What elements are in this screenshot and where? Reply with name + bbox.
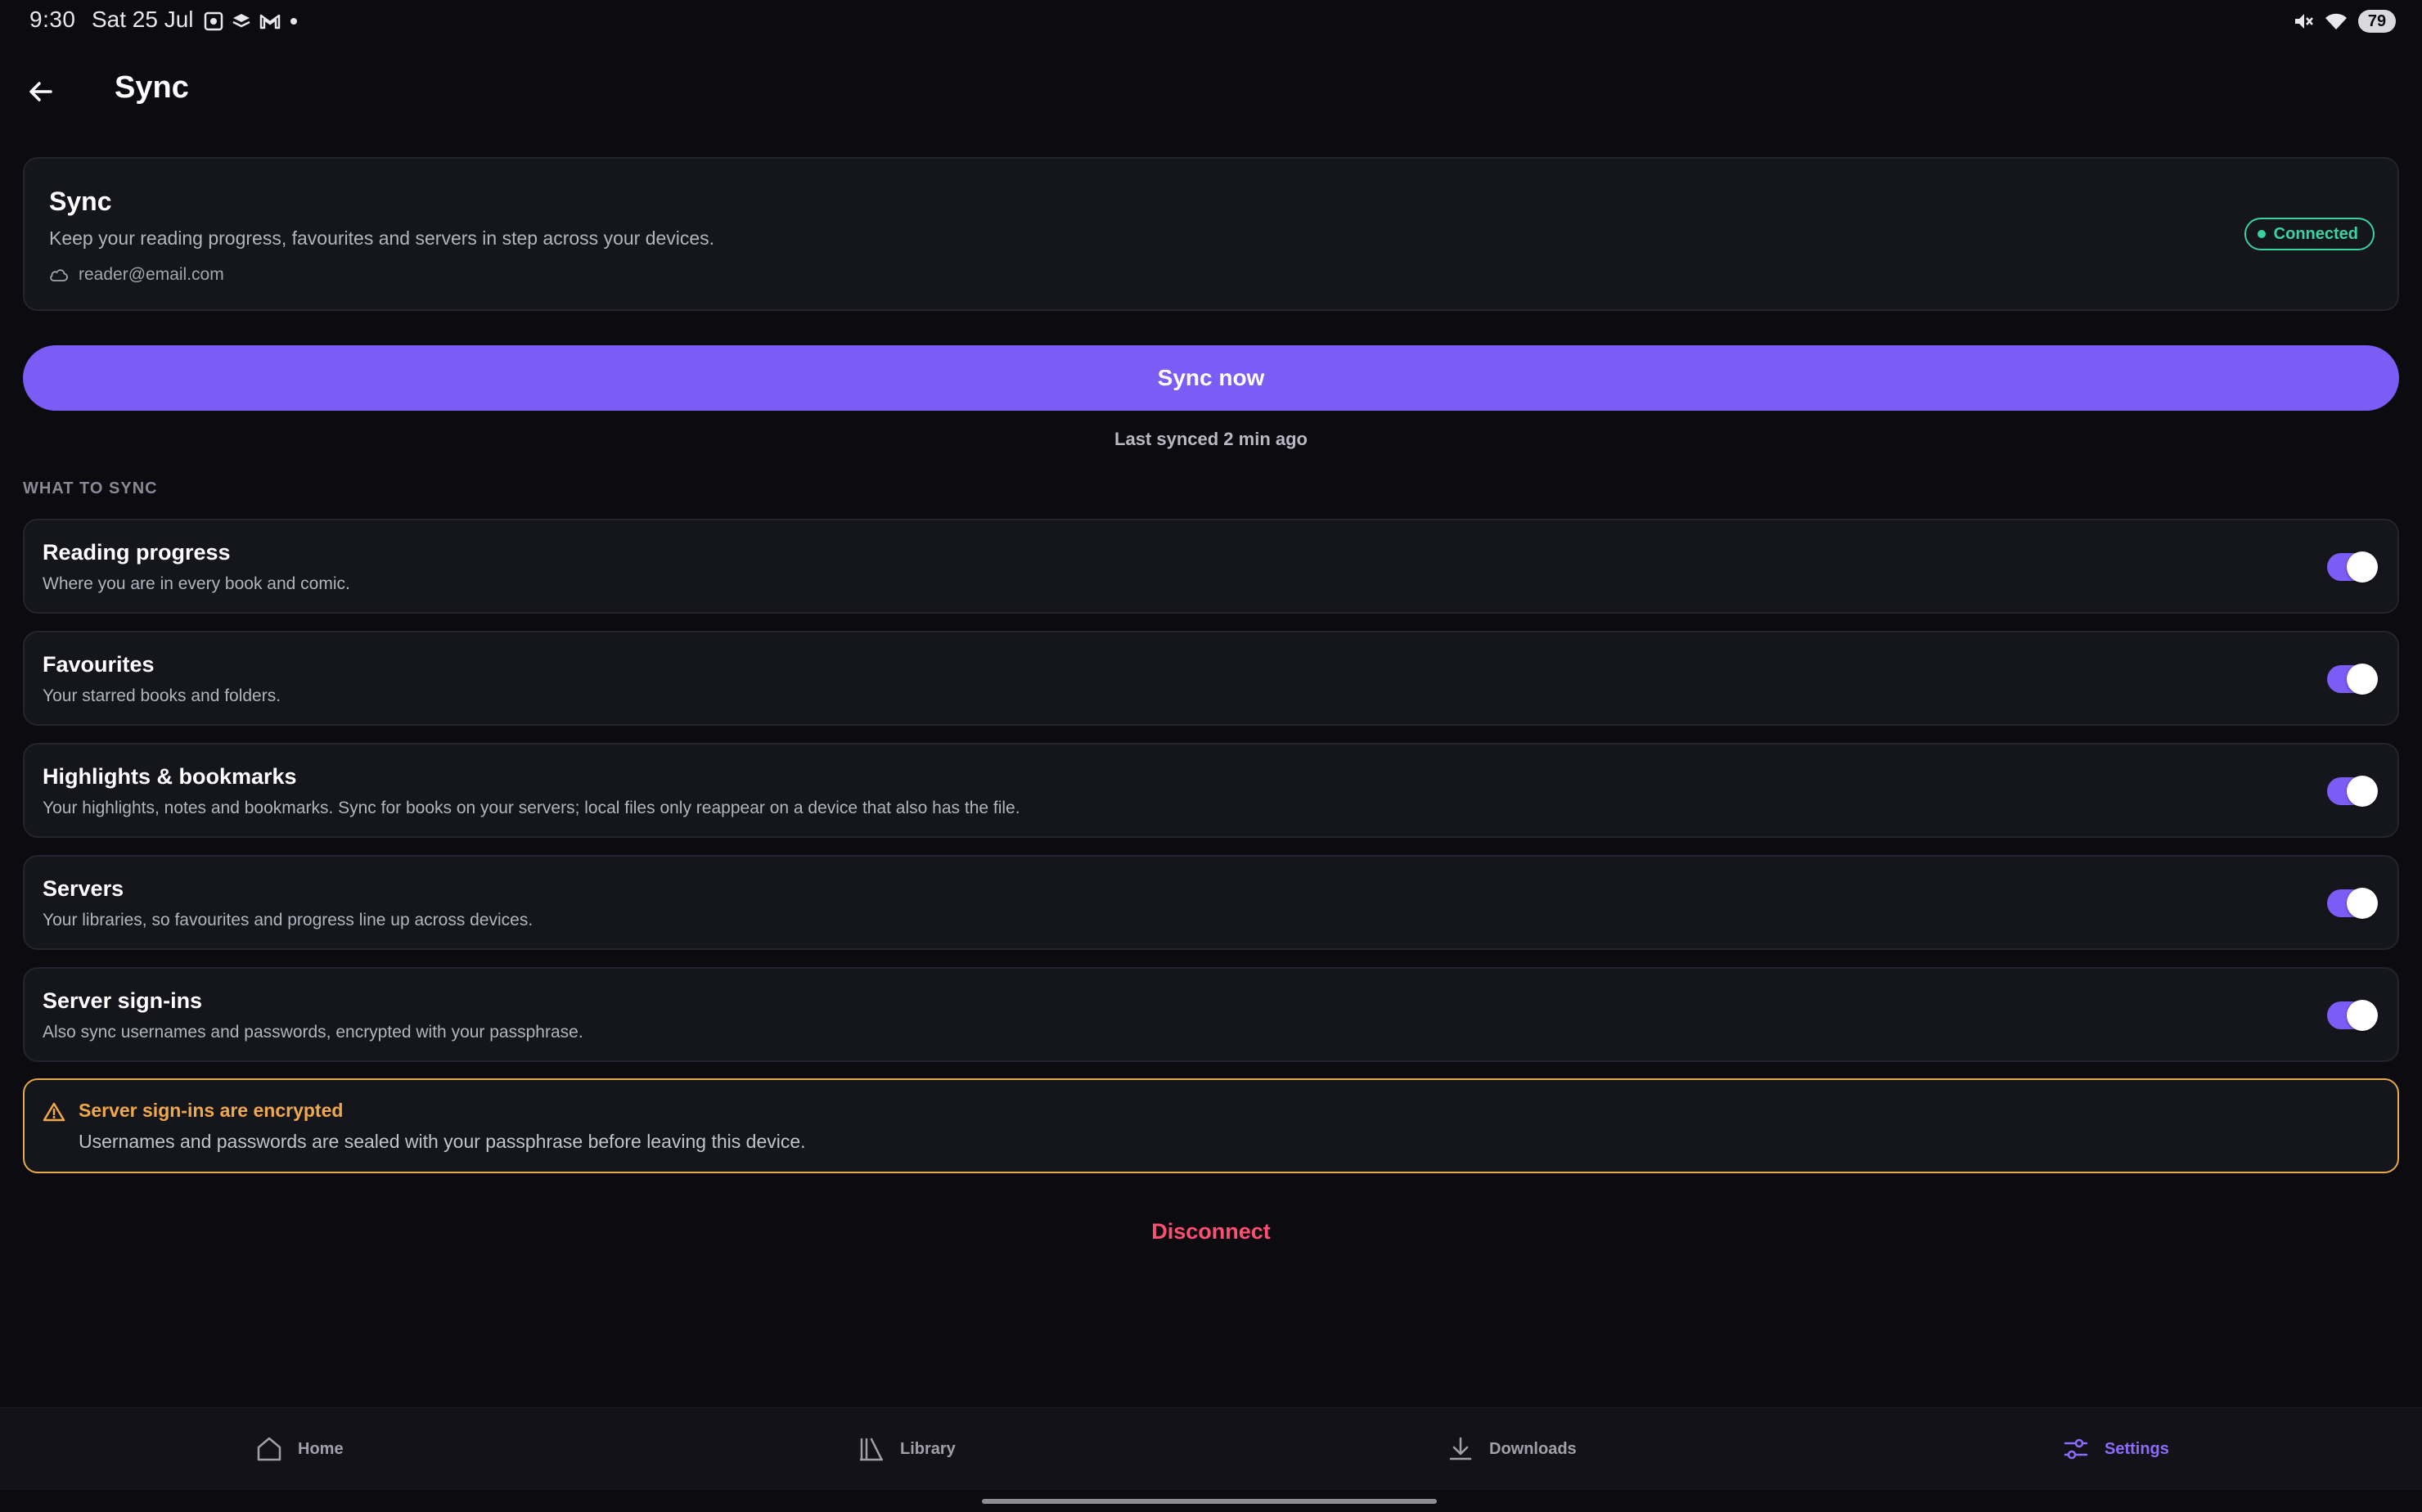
status-badge-label: Connected [2273,224,2358,243]
sync-account-card: Sync Keep your reading progress, favouri… [23,157,2399,311]
gesture-home-indicator[interactable] [982,1499,1437,1504]
status-date: Sat 25 Jul [92,7,194,32]
screenshot-icon [204,11,223,31]
servers-toggle[interactable] [2327,888,2378,919]
arrow-left-icon [29,82,52,101]
library-icon [860,1438,883,1461]
server-sign-ins-toggle[interactable] [2327,1000,2378,1031]
gmail-icon [259,14,281,29]
account-email: reader@email.com [79,265,224,284]
option-title: Reading progress [43,540,231,565]
nav-settings[interactable]: Settings [2062,1408,2169,1490]
sync-option-favourites: Favourites Your starred books and folder… [23,631,2399,726]
wifi-icon [2325,13,2347,29]
toggle-knob [2347,664,2378,695]
sync-card-description: Keep your reading progress, favourites a… [49,227,715,249]
favourites-toggle[interactable] [2327,664,2378,695]
option-title: Servers [43,876,124,901]
option-description: Your highlights, notes and bookmarks. Sy… [43,799,1020,817]
section-label-what-to-sync: WHAT TO SYNC [23,479,158,497]
sync-option-reading-progress: Reading progress Where you are in every … [23,519,2399,614]
cloud-icon [50,269,68,281]
warning-title: Server sign-ins are encrypted [79,1100,344,1121]
option-description: Also sync usernames and passwords, encry… [43,1023,583,1042]
sync-option-highlights-bookmarks: Highlights & bookmarks Your highlights, … [23,743,2399,838]
option-title: Favourites [43,652,155,677]
nav-downloads-label: Downloads [1489,1439,1577,1458]
toggle-knob [2347,1000,2378,1031]
nav-library[interactable]: Library [858,1408,956,1490]
option-description: Your starred books and folders. [43,686,281,705]
page-title: Sync [115,70,189,105]
settings-sliders-icon [2064,1438,2088,1460]
option-title: Server sign-ins [43,988,203,1013]
system-status: 79 [2293,8,2396,34]
notification-icons [203,10,299,33]
nav-home[interactable]: Home [255,1408,344,1490]
sync-card-title: Sync [49,187,112,216]
toggle-knob [2347,551,2378,583]
reading-progress-toggle[interactable] [2327,551,2378,583]
mute-icon [2295,14,2313,29]
toggle-knob [2347,888,2378,919]
connected-status-badge: Connected [2244,218,2375,250]
option-title: Highlights & bookmarks [43,764,297,789]
disconnect-button[interactable]: Disconnect [0,1219,2422,1244]
warning-triangle-icon [43,1102,65,1122]
sync-now-button[interactable]: Sync now [23,345,2399,411]
account-row: reader@email.com [49,265,224,285]
battery-indicator: 79 [2358,10,2396,33]
warning-description: Usernames and passwords are sealed with … [79,1131,806,1152]
back-button[interactable] [18,69,64,115]
home-icon [257,1437,281,1461]
status-time: 9:30 [29,7,76,32]
dot-icon [290,18,297,25]
option-description: Where you are in every book and comic. [43,574,350,593]
sync-option-server-sign-ins: Server sign-ins Also sync usernames and … [23,967,2399,1062]
last-synced-text: Last synced 2 min ago [1114,429,1308,449]
nav-home-label: Home [298,1439,344,1458]
nav-settings-label: Settings [2105,1439,2169,1458]
highlights-bookmarks-toggle[interactable] [2327,776,2378,807]
layers-icon [232,14,250,28]
bottom-navigation: Home Library Downloads Settings [0,1407,2422,1490]
sync-option-servers: Servers Your libraries, so favourites an… [23,855,2399,950]
download-icon [1449,1437,1472,1460]
encryption-warning: Server sign-ins are encrypted Usernames … [23,1078,2399,1173]
option-description: Your libraries, so favourites and progre… [43,911,533,929]
status-dot-icon [2257,230,2266,238]
nav-library-label: Library [900,1439,956,1458]
nav-downloads[interactable]: Downloads [1447,1408,1577,1490]
toggle-knob [2347,776,2378,807]
